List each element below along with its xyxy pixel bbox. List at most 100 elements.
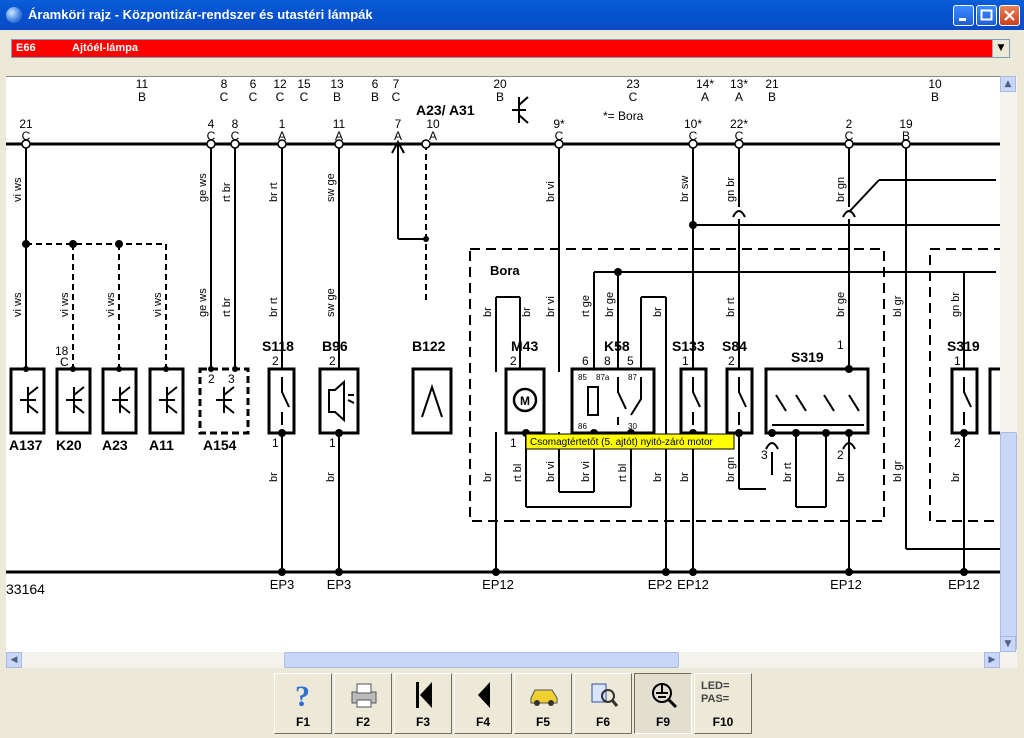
first-page-button-key: F3 xyxy=(415,715,430,729)
relay-pin-label: 86 xyxy=(578,422,587,431)
led-pas-button-key: F10 xyxy=(712,715,734,729)
top-ref-letter: B xyxy=(768,90,776,104)
component-code: E66 xyxy=(16,42,36,54)
bus-pin-letter: A xyxy=(429,129,437,143)
wire-color-label: br xyxy=(521,307,533,317)
horizontal-scroll-thumb[interactable] xyxy=(284,652,679,668)
wire-color-label: rt br xyxy=(221,297,233,317)
minimize-icon xyxy=(959,18,966,21)
scroll-up-button[interactable]: ▲ xyxy=(1000,76,1016,92)
help-button[interactable]: ? F1 xyxy=(274,673,332,734)
top-ref-num: 6 xyxy=(250,77,257,91)
maximize-icon xyxy=(980,9,993,21)
led-pas-button[interactable]: LED= PAS= F10 xyxy=(694,673,752,734)
wiring-diagram[interactable]: M 85 87a 87 86 30 11B 8C 6C 12C 15C 13B … xyxy=(6,77,1000,653)
ground-point-label[interactable]: EP2 xyxy=(648,577,673,592)
dropdown-arrow-button[interactable]: ▼ xyxy=(992,40,1009,57)
component-label: A154 xyxy=(203,437,237,453)
wire-color-label: vi ws xyxy=(12,292,24,317)
top-ref-num: 20 xyxy=(493,77,507,91)
top-ref-num: 11 xyxy=(136,77,149,91)
pin-number: 8 xyxy=(604,354,611,368)
wire-color-label: br vi xyxy=(545,181,557,202)
top-ref-letter: C xyxy=(629,90,638,104)
ground-point-label[interactable]: EP3 xyxy=(270,577,295,592)
pin-number: 1 xyxy=(329,436,336,450)
wire-color-label: br xyxy=(950,472,962,482)
component-label: S84 xyxy=(722,338,747,354)
component-label: S133 xyxy=(672,338,705,354)
top-ref-num: 13 xyxy=(330,77,344,91)
component-tooltip: Csomagtértetőt (5. ajtót) nyitó-záró mot… xyxy=(525,433,735,450)
top-ref-letter: C xyxy=(220,90,229,104)
bus-pin-letter: B xyxy=(902,129,910,143)
wire-color-label: br xyxy=(652,472,664,482)
function-key-toolbar: ? F1 F2 F3 F4 F5 F6 F9 LED= PAS= F10 xyxy=(0,670,1024,738)
print-button[interactable]: F2 xyxy=(334,673,392,734)
ground-point-label[interactable]: EP12 xyxy=(948,577,980,592)
ground-point-search-button[interactable]: F9 xyxy=(634,673,692,734)
ground-point-label[interactable]: EP12 xyxy=(830,577,862,592)
top-ref-letter: C xyxy=(300,90,309,104)
diagram-id: 33164 xyxy=(6,581,45,597)
wire-color-label: rt ge xyxy=(580,295,592,317)
wire-color-label: ge ws xyxy=(197,173,209,202)
top-ref-num: 13* xyxy=(730,77,748,91)
wire-color-label: br xyxy=(325,472,337,482)
ground-point-label[interactable]: EP3 xyxy=(327,577,352,592)
wire-color-label: br vi xyxy=(580,461,592,482)
pin-number: 2 xyxy=(837,448,844,462)
component-select[interactable]: E66 Ajtóél-lámpa ▼ xyxy=(11,39,1010,58)
component-partial-right xyxy=(988,367,1000,435)
previous-page-button[interactable]: F4 xyxy=(454,673,512,734)
horizontal-scrollbar[interactable]: ◀ ▶ xyxy=(6,652,1000,668)
wire-color-label: sw ge xyxy=(325,173,337,202)
help-icon: ? xyxy=(295,680,310,712)
component-label: K58 xyxy=(604,338,630,354)
vertical-scrollbar[interactable]: ▲ ▼ xyxy=(1000,76,1017,668)
wire-color-label: br xyxy=(652,307,664,317)
component-B96[interactable] xyxy=(318,367,360,435)
wire-color-label: br gn xyxy=(835,177,847,202)
relay-pin-label: 30 xyxy=(628,422,637,431)
component-B122[interactable] xyxy=(411,367,453,435)
ground-point-label[interactable]: EP12 xyxy=(482,577,514,592)
top-ref-letter: B xyxy=(138,90,146,104)
pin-number: 2 xyxy=(510,354,517,368)
component-search-button-key: F6 xyxy=(595,715,610,729)
component-search-button[interactable]: F6 xyxy=(574,673,632,734)
pin-number: 6 xyxy=(582,354,589,368)
wire-color-label: br vi xyxy=(545,461,557,482)
wire-color-label: br ge xyxy=(604,292,616,317)
minimize-button[interactable] xyxy=(953,5,974,26)
ground-point-label[interactable]: EP12 xyxy=(677,577,709,592)
pin-number: 5 xyxy=(627,354,634,368)
bus-pin-letter: A xyxy=(394,129,402,143)
component-label: A11 xyxy=(149,437,174,453)
bus-pin-letter: C xyxy=(845,129,854,143)
scroll-right-button[interactable]: ▶ xyxy=(984,652,1000,668)
group-label: A23/ A31 xyxy=(416,102,475,118)
scroll-down-button[interactable]: ▼ xyxy=(1000,636,1016,652)
scroll-left-button[interactable]: ◀ xyxy=(6,652,22,668)
previous-page-icon xyxy=(478,682,490,708)
top-ref-letter: C xyxy=(392,90,401,104)
wire-color-label: br xyxy=(268,472,280,482)
top-ref-num: 7 xyxy=(393,77,400,91)
diagram-panel[interactable]: M 85 87a 87 86 30 11 B 8C 6C 12 C 15 C 13 B … xyxy=(6,76,1000,653)
bus-pin-letter: C xyxy=(735,129,744,143)
relay-pin-label: 85 xyxy=(578,373,587,382)
first-page-button[interactable]: F3 xyxy=(394,673,452,734)
wire-color-label: vi ws xyxy=(59,292,71,317)
maximize-button[interactable] xyxy=(976,5,997,26)
wire-color-label: vi ws xyxy=(12,177,24,202)
vertical-scroll-thumb[interactable] xyxy=(1000,432,1017,650)
vehicle-button[interactable]: F5 xyxy=(514,673,572,734)
top-ref-num: 14* xyxy=(696,77,714,91)
svg-text:M: M xyxy=(520,394,530,408)
component-label: A137 xyxy=(9,437,43,453)
close-button[interactable] xyxy=(999,5,1020,26)
svg-text:?: ? xyxy=(295,680,310,712)
ground-point-search-button-key: F9 xyxy=(655,715,670,729)
ground-point-search-icon xyxy=(652,683,678,709)
